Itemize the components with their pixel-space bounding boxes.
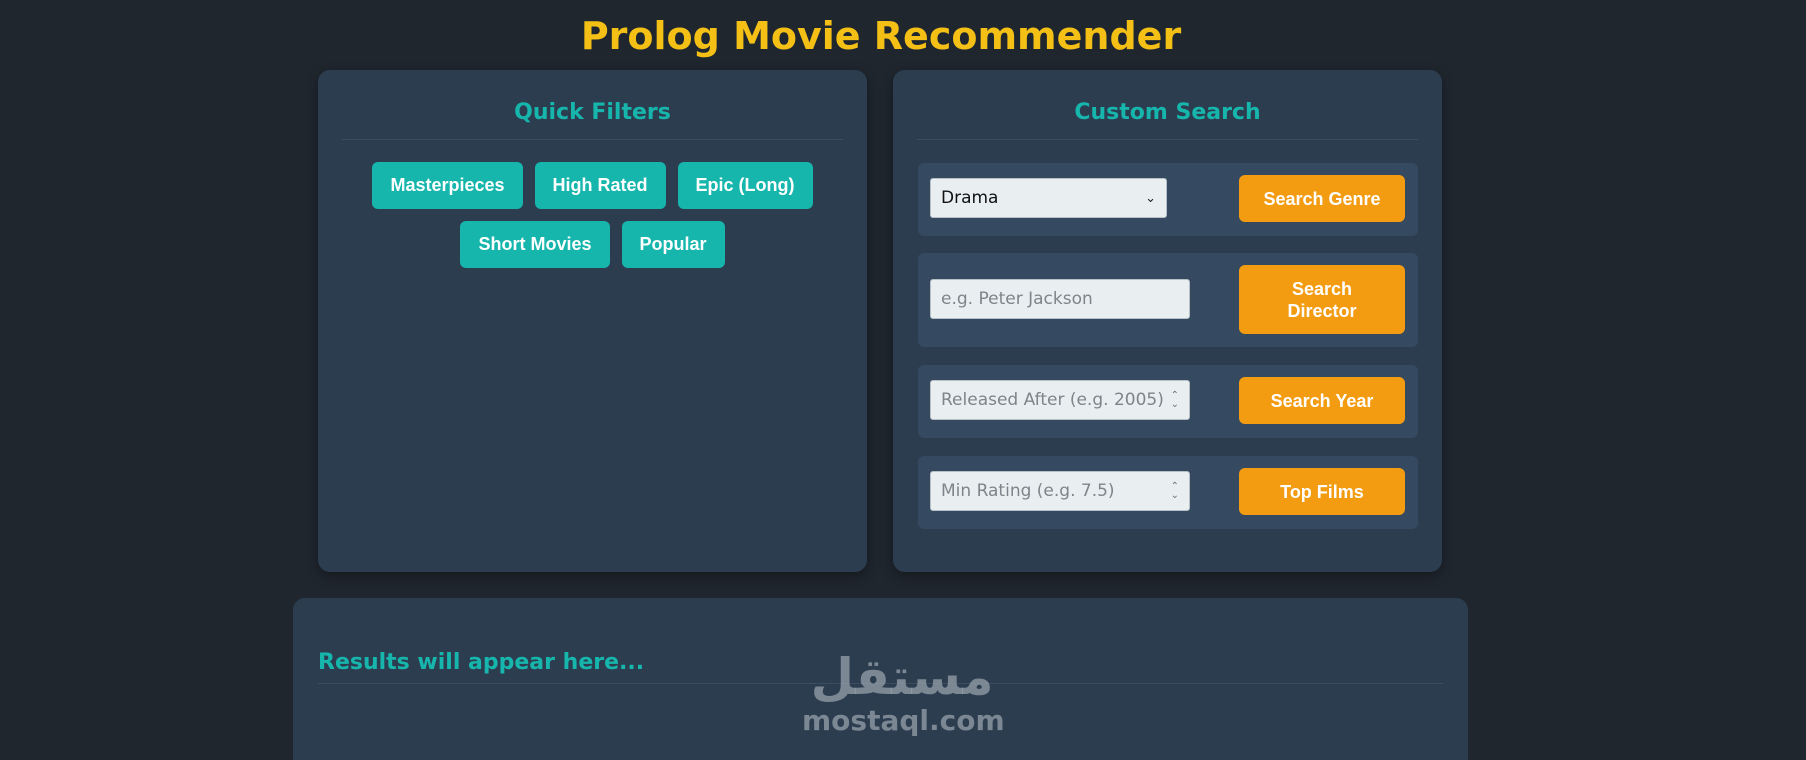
min-rating-input[interactable]: Min Rating (e.g. 7.5) ⌃ ⌄ bbox=[930, 471, 1190, 511]
top-films-button[interactable]: Top Films bbox=[1239, 468, 1405, 515]
genre-select-value: Drama bbox=[941, 188, 999, 208]
rating-search-row: Min Rating (e.g. 7.5) ⌃ ⌄ Top Films bbox=[918, 456, 1418, 529]
director-input-placeholder: e.g. Peter Jackson bbox=[941, 289, 1093, 309]
year-search-row: Released After (e.g. 2005) ⌃ ⌄ Search Yea… bbox=[918, 365, 1418, 438]
year-input-placeholder: Released After (e.g. 2005) bbox=[941, 390, 1164, 410]
filter-masterpieces-button[interactable]: Masterpieces bbox=[372, 162, 523, 209]
page-title: Prolog Movie Recommender bbox=[580, 14, 1182, 58]
filter-short-movies-button[interactable]: Short Movies bbox=[460, 221, 610, 268]
spinner-icon[interactable]: ⌃ ⌄ bbox=[1171, 482, 1179, 501]
min-rating-input-placeholder: Min Rating (e.g. 7.5) bbox=[941, 481, 1115, 501]
search-year-button[interactable]: Search Year bbox=[1239, 377, 1405, 424]
search-genre-button[interactable]: Search Genre bbox=[1239, 175, 1405, 222]
results-heading: Results will appear here... bbox=[318, 650, 1443, 684]
quick-filters-heading: Quick Filters bbox=[342, 100, 843, 140]
spinner-icon[interactable]: ⌃ ⌄ bbox=[1171, 391, 1179, 410]
page: Prolog Movie Recommender Quick Filters M… bbox=[0, 0, 1806, 760]
custom-search-heading: Custom Search bbox=[917, 100, 1418, 140]
filter-popular-button[interactable]: Popular bbox=[621, 221, 725, 268]
director-input[interactable]: e.g. Peter Jackson bbox=[930, 279, 1190, 319]
search-director-button[interactable]: Search Director bbox=[1239, 265, 1405, 334]
filter-high-rated-button[interactable]: High Rated bbox=[534, 162, 666, 209]
genre-search-row: Drama ⌄ Search Genre bbox=[918, 163, 1418, 236]
results-panel: Results will appear here... bbox=[293, 598, 1468, 760]
genre-select[interactable]: Drama ⌄ bbox=[930, 178, 1167, 218]
custom-search-panel: Custom Search Drama ⌄ Search Genre e.g. … bbox=[893, 70, 1442, 572]
chevron-down-icon: ⌄ bbox=[1145, 190, 1156, 206]
filter-epic-long-button[interactable]: Epic (Long) bbox=[677, 162, 813, 209]
year-input[interactable]: Released After (e.g. 2005) ⌃ ⌄ bbox=[930, 380, 1190, 420]
director-search-row: e.g. Peter Jackson Search Director bbox=[918, 253, 1418, 347]
quick-filters-panel: Quick Filters Masterpieces High Rated Ep… bbox=[318, 70, 867, 572]
quick-filter-buttons: Masterpieces High Rated Epic (Long) Shor… bbox=[318, 140, 867, 268]
